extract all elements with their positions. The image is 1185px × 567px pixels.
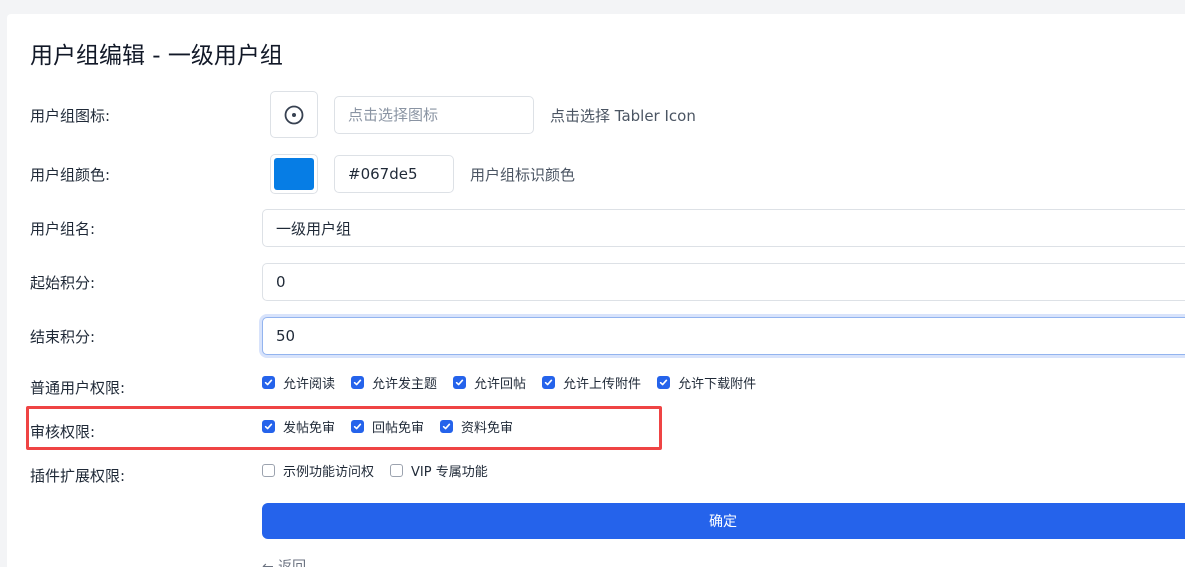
- icon-preview[interactable]: [270, 91, 318, 138]
- checkbox-box[interactable]: [262, 420, 275, 433]
- checkbox-label: 允许发主题: [372, 377, 438, 392]
- checkbox-box[interactable]: [657, 376, 671, 389]
- check-icon: [455, 379, 464, 386]
- color-label: 用户组颜色:: [30, 166, 111, 184]
- user-permissions-label: 普通用户权限:: [30, 379, 126, 397]
- review-resource-exempt-checkbox[interactable]: 资料免审: [440, 417, 513, 436]
- checkbox-label: 允许下载附件: [678, 377, 757, 392]
- plugin-vip-checkbox[interactable]: VIP 专属功能: [390, 461, 488, 480]
- checkbox-box[interactable]: [262, 376, 275, 389]
- checkbox-box[interactable]: [351, 420, 365, 433]
- name-label: 用户组名:: [30, 220, 96, 238]
- permission-reply-checkbox[interactable]: 允许回帖: [453, 373, 526, 392]
- icon-label: 用户组图标:: [30, 107, 111, 125]
- circle-dot-icon: [284, 105, 304, 124]
- checkbox-label: 允许阅读: [283, 377, 336, 392]
- checkbox-label: 允许回帖: [474, 377, 527, 392]
- submit-button[interactable]: 确定: [262, 503, 1185, 539]
- check-icon: [264, 423, 273, 430]
- checkbox-label: 允许上传附件: [563, 377, 642, 392]
- checkbox-label: 示例功能访问权: [283, 465, 375, 480]
- checkbox-box[interactable]: [390, 464, 404, 477]
- permission-read-checkbox[interactable]: 允许阅读: [262, 373, 335, 392]
- permission-upload-checkbox[interactable]: 允许上传附件: [542, 373, 641, 392]
- icon-input[interactable]: [334, 96, 534, 134]
- check-icon: [659, 379, 668, 386]
- review-permissions-label: 审核权限:: [30, 423, 96, 441]
- review-permissions-group: 发帖免审 回帖免审 资料免审: [262, 417, 529, 436]
- checkbox-label: 资料免审: [461, 421, 514, 436]
- color-hint: 用户组标识颜色: [470, 166, 576, 184]
- check-icon: [544, 379, 553, 386]
- icon-hint: 点击选择 Tabler Icon: [550, 107, 696, 125]
- color-input[interactable]: [334, 155, 454, 193]
- check-icon: [353, 423, 362, 430]
- page-title: 用户组编辑 - 一级用户组: [30, 43, 283, 69]
- check-icon: [442, 423, 451, 430]
- color-swatch: [274, 158, 314, 190]
- checkbox-box[interactable]: [542, 376, 556, 389]
- color-picker[interactable]: [270, 154, 318, 194]
- checkbox-label: 回帖免审: [372, 421, 425, 436]
- check-icon: [353, 379, 362, 386]
- permission-download-checkbox[interactable]: 允许下载附件: [657, 373, 756, 392]
- plugin-demo-access-checkbox[interactable]: 示例功能访问权: [262, 461, 374, 480]
- start-points-label: 起始积分:: [30, 274, 96, 292]
- end-points-label: 结束积分:: [30, 328, 96, 346]
- checkbox-box[interactable]: [453, 376, 467, 389]
- review-post-exempt-checkbox[interactable]: 发帖免审: [262, 417, 335, 436]
- checkbox-label: VIP 专属功能: [411, 465, 488, 480]
- check-icon: [264, 379, 273, 386]
- back-link[interactable]: ← 返回: [262, 556, 306, 567]
- plugin-permissions-group: 示例功能访问权 VIP 专属功能: [262, 461, 504, 480]
- checkbox-box[interactable]: [262, 464, 275, 477]
- group-name-input[interactable]: [262, 209, 1185, 247]
- checkbox-label: 发帖免审: [283, 421, 336, 436]
- permission-post-topic-checkbox[interactable]: 允许发主题: [351, 373, 437, 392]
- end-points-input[interactable]: [262, 317, 1185, 355]
- start-points-input[interactable]: [262, 263, 1185, 301]
- checkbox-box[interactable]: [440, 420, 454, 433]
- user-permissions-group: 允许阅读 允许发主题 允许回帖 允许上传附件 允许下载附件: [262, 373, 772, 392]
- checkbox-box[interactable]: [351, 376, 365, 389]
- plugin-permissions-label: 插件扩展权限:: [30, 467, 126, 485]
- review-reply-exempt-checkbox[interactable]: 回帖免审: [351, 417, 424, 436]
